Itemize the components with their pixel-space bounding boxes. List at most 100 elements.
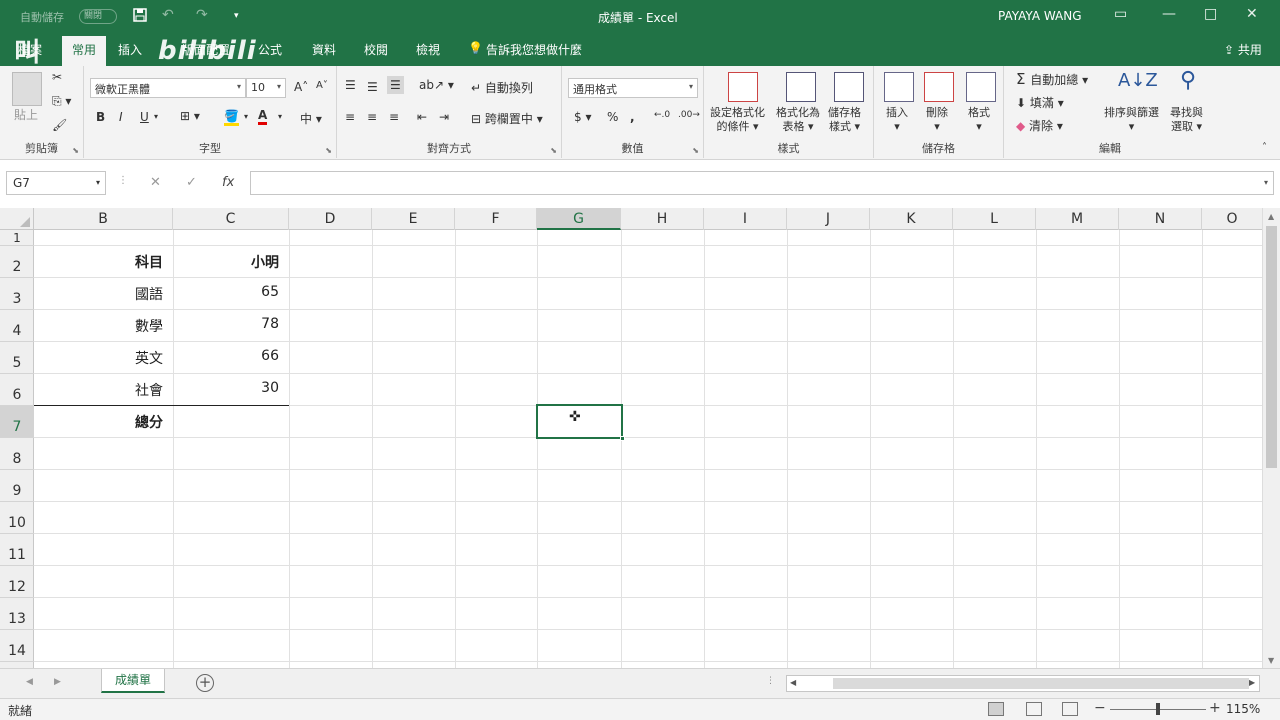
decrease-decimal-icon[interactable]: .00→	[678, 110, 700, 120]
font-color-icon[interactable]: A	[258, 108, 268, 125]
column-header-b[interactable]: B	[34, 208, 173, 230]
row-header-8[interactable]: 8	[0, 438, 34, 470]
name-box[interactable]: G7 ▾	[6, 171, 106, 195]
conditional-format-icon[interactable]	[728, 72, 758, 102]
column-header-f[interactable]: F	[455, 208, 537, 230]
merge-center-button[interactable]: ⊟ 跨欄置中 ▾	[471, 110, 543, 127]
formula-bar-handle-icon[interactable]: ⋮	[118, 175, 128, 186]
tell-me-search[interactable]: 告訴我您想做什麼	[486, 41, 582, 58]
share-button[interactable]: ⇪ 共用	[1224, 41, 1262, 58]
wrap-text-button[interactable]: ↵ 自動換列	[471, 79, 533, 96]
fill-button[interactable]: ⬇ 填滿 ▾	[1016, 94, 1064, 111]
decrease-indent-icon[interactable]: ⇤	[417, 110, 427, 124]
column-header-j[interactable]: J	[787, 208, 870, 230]
insert-cells-button[interactable]: 插入 ▾	[886, 106, 908, 134]
undo-icon[interactable]: ↶	[162, 7, 174, 23]
row-header-5[interactable]: 5	[0, 342, 34, 374]
column-header-k[interactable]: K	[870, 208, 953, 230]
cell-c5[interactable]: 66	[173, 342, 289, 374]
align-left-icon[interactable]: ≡	[345, 110, 355, 124]
sort-filter-icon[interactable]: A↓Z	[1118, 70, 1158, 91]
cell-styles-icon[interactable]	[834, 72, 864, 102]
horizontal-scrollbar[interactable]: ◀ ▶	[786, 675, 1260, 692]
phonetic-guide-icon[interactable]: 中 ▾	[300, 110, 322, 127]
cell-b2[interactable]: 科目	[34, 246, 173, 278]
paste-icon[interactable]	[12, 72, 42, 106]
row-header-13[interactable]: 13	[0, 598, 34, 630]
scroll-left-icon[interactable]: ◀	[790, 678, 796, 687]
cell-c3[interactable]: 65	[173, 278, 289, 310]
zoom-slider[interactable]	[1110, 703, 1206, 715]
cell-b5[interactable]: 英文	[34, 342, 173, 374]
chevron-down-icon[interactable]: ▾	[244, 112, 248, 121]
sort-filter-button[interactable]: 排序與篩選 ▾	[1104, 106, 1159, 134]
cell-b3[interactable]: 國語	[34, 278, 173, 310]
tab-view[interactable]: 檢視	[416, 41, 440, 58]
autosum-button[interactable]: Σ 自動加總 ▾	[1016, 70, 1088, 88]
tab-data[interactable]: 資料	[312, 41, 336, 58]
currency-button[interactable]: $ ▾	[574, 110, 591, 124]
increase-font-icon[interactable]: A˄	[294, 80, 308, 94]
cell-styles-button[interactable]: 儲存格 樣式 ▾	[828, 106, 861, 134]
tab-home[interactable]: 常用	[62, 36, 107, 66]
align-middle-icon[interactable]: ☰	[367, 80, 378, 94]
column-header-c[interactable]: C	[173, 208, 289, 230]
customize-qat-icon[interactable]: ▾	[234, 11, 239, 21]
percent-button[interactable]: %	[607, 110, 618, 124]
cell-c2[interactable]: 小明	[173, 246, 289, 278]
increase-decimal-icon[interactable]: ←.0	[654, 110, 670, 120]
row-header-9[interactable]: 9	[0, 470, 34, 502]
font-name-select[interactable]: 微軟正黑體 ▾	[90, 78, 246, 98]
find-select-icon[interactable]: ⚲	[1180, 68, 1196, 93]
zoom-slider-knob[interactable]	[1156, 703, 1160, 715]
formula-input[interactable]: ▾	[250, 171, 1274, 195]
chevron-down-icon[interactable]: ▾	[154, 112, 158, 121]
cell-c4[interactable]: 78	[173, 310, 289, 342]
clear-button[interactable]: ◆ 清除 ▾	[1016, 117, 1063, 134]
enter-icon[interactable]: ✓	[186, 175, 197, 190]
collapse-ribbon-icon[interactable]: ˄	[1262, 142, 1267, 153]
cell-b4[interactable]: 數學	[34, 310, 173, 342]
row-header-3[interactable]: 3	[0, 278, 34, 310]
user-name[interactable]: PAYAYA WANG	[998, 9, 1082, 23]
align-center-icon[interactable]: ≡	[367, 110, 377, 124]
cut-icon[interactable]: ✂	[52, 70, 62, 84]
zoom-in-icon[interactable]: +	[1209, 700, 1221, 716]
italic-button[interactable]: I	[119, 110, 123, 124]
cell-b6[interactable]: 社會	[34, 374, 173, 406]
increase-indent-icon[interactable]: ⇥	[439, 110, 449, 124]
page-layout-view-icon[interactable]	[1026, 702, 1042, 716]
zoom-out-icon[interactable]: −	[1094, 700, 1106, 716]
horizontal-scroll-thumb[interactable]	[833, 678, 1249, 689]
alignment-launcher-icon[interactable]: ⬊	[550, 146, 557, 155]
minimize-icon[interactable]: —	[1162, 6, 1176, 22]
row-header-2[interactable]: 2	[0, 246, 34, 278]
orientation-icon[interactable]: ab↗ ▾	[419, 78, 454, 92]
column-header-l[interactable]: L	[953, 208, 1036, 230]
copy-icon[interactable]: ⎘ ▾	[52, 94, 71, 109]
format-as-table-icon[interactable]	[786, 72, 816, 102]
underline-button[interactable]: U	[140, 110, 149, 124]
page-break-view-icon[interactable]	[1062, 702, 1078, 716]
delete-cells-icon[interactable]	[924, 72, 954, 102]
find-select-button[interactable]: 尋找與 選取 ▾	[1170, 106, 1203, 134]
format-cells-icon[interactable]	[966, 72, 996, 102]
column-header-i[interactable]: I	[704, 208, 787, 230]
tab-insert[interactable]: 插入	[118, 41, 142, 58]
format-as-table-button[interactable]: 格式化為 表格 ▾	[776, 106, 820, 134]
fill-color-icon[interactable]: 🪣	[224, 109, 239, 126]
ribbon-display-icon[interactable]: ▭	[1114, 6, 1127, 22]
maximize-icon[interactable]: □	[1204, 6, 1217, 22]
sheet-tab-grades[interactable]: 成績單	[101, 669, 165, 693]
conditional-format-button[interactable]: 設定格式化 的條件 ▾	[710, 106, 765, 134]
clipboard-launcher-icon[interactable]: ⬊	[72, 146, 79, 155]
row-header-4[interactable]: 4	[0, 310, 34, 342]
align-top-icon[interactable]: ☰	[345, 78, 356, 92]
zoom-level[interactable]: 115%	[1226, 702, 1260, 716]
font-size-select[interactable]: 10 ▾	[246, 78, 286, 98]
comma-button[interactable]: ,	[630, 110, 635, 124]
decrease-font-icon[interactable]: A˅	[316, 80, 328, 91]
column-header-m[interactable]: M	[1036, 208, 1119, 230]
row-header-12[interactable]: 12	[0, 566, 34, 598]
cancel-icon[interactable]: ✕	[150, 175, 161, 190]
